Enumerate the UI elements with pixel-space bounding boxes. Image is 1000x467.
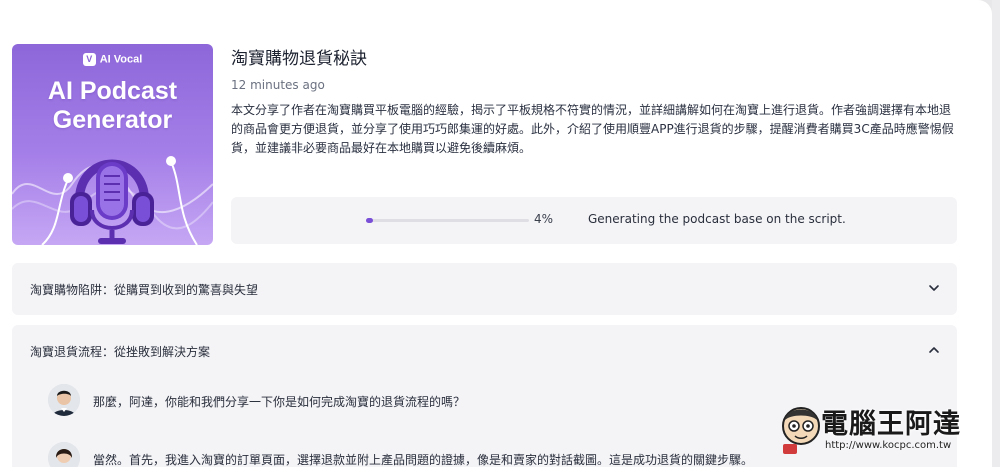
progress-bar-fill <box>366 218 373 223</box>
section-title: 淘寶購物陷阱：從購買到收到的驚喜與失望 <box>30 283 259 297</box>
section-accordion-1[interactable]: 淘寶購物陷阱：從購買到收到的驚喜與失望 <box>12 263 957 315</box>
message-text: 當然。首先，我進入淘寶的訂單頁面，選擇退款並附上產品問題的證據，像是和賣家的對話… <box>93 453 754 467</box>
ai-vocal-logo-icon: V <box>82 53 96 66</box>
microphone-headphones-illustration <box>12 156 213 245</box>
episode-summary: 本文分享了作者在淘寶購買平板電腦的經驗，揭示了平板規格不符實的情況，並詳細講解如… <box>231 103 954 155</box>
chevron-down-icon[interactable] <box>927 281 941 295</box>
avatar-male-host <box>48 384 80 416</box>
section-title: 淘寶退貨流程：從挫敗到解決方案 <box>30 345 211 359</box>
episode-title: 淘寶購物退貨秘訣 <box>231 49 367 69</box>
chevron-up-icon[interactable] <box>927 343 941 357</box>
episode-card: V AI Vocal AI Podcast Generator 淘寶購物退貨秘訣 … <box>0 0 992 467</box>
watermark-title: 電腦王阿達 <box>821 409 961 440</box>
mascot-logo <box>782 407 820 454</box>
message-text: 那麼，阿達，你能和我們分享一下你是如何完成淘寶的退貨流程的嗎？ <box>93 395 466 409</box>
watermark-url: http://www.kocpc.com.tw <box>825 440 952 451</box>
progress-status-text: Generating the podcast base on the scrip… <box>588 212 846 226</box>
progress-percent: 4% <box>534 212 554 226</box>
avatar-female-host <box>48 442 80 467</box>
app-frame: V AI Vocal AI Podcast Generator 淘寶購物退貨秘訣 … <box>0 0 1000 467</box>
cover-title: AI Podcast Generator <box>47 77 178 134</box>
podcast-cover: V AI Vocal AI Podcast Generator <box>12 44 213 245</box>
watermark: 電腦王阿達 http://www.kocpc.com.tw <box>777 398 992 467</box>
generation-progress-panel: 4% Generating the podcast base on the sc… <box>231 197 957 244</box>
scrollbar[interactable] <box>992 0 1000 467</box>
progress-bar <box>366 218 529 223</box>
episode-timestamp: 12 minutes ago <box>231 78 325 92</box>
cover-brand: V AI Vocal <box>12 53 213 66</box>
